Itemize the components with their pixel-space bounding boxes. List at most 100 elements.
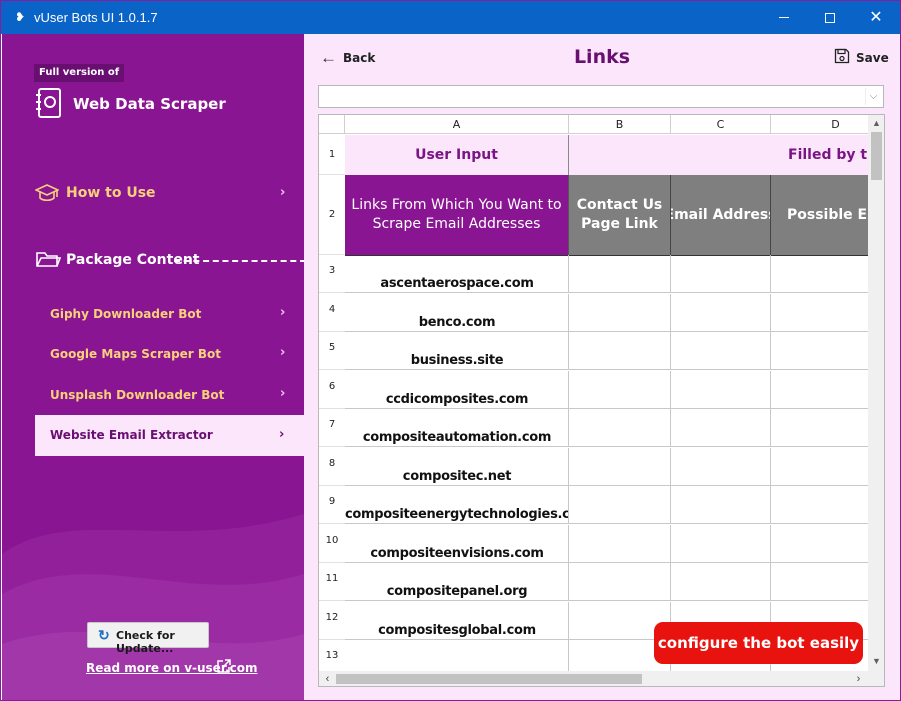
vertical-scroll-thumb[interactable]: [871, 132, 882, 180]
row-header[interactable]: 6: [319, 371, 345, 409]
vertical-scrollbar[interactable]: ▲ ▼: [868, 115, 884, 671]
edition-label: Full version of: [34, 64, 125, 82]
row-header[interactable]: 7: [319, 409, 345, 447]
link-cell[interactable]: compositepanel.org: [345, 563, 569, 601]
link-cell[interactable]: compositeenergytechnologies.com: [345, 486, 569, 524]
row-header[interactable]: 5: [319, 332, 345, 370]
graduation-cap-icon: [35, 184, 59, 202]
email-address-cell[interactable]: [671, 486, 771, 524]
chevron-right-icon: ›: [279, 427, 285, 442]
user-input-header-cell[interactable]: User Input: [345, 135, 569, 175]
link-cell[interactable]: compositec.net: [345, 448, 569, 486]
scroll-right-icon[interactable]: ›: [850, 671, 867, 686]
folder-icon: [36, 252, 61, 267]
row-header[interactable]: 2: [319, 175, 345, 255]
email-address-cell[interactable]: [671, 448, 771, 486]
chevron-right-icon: ›: [280, 345, 286, 360]
row-header[interactable]: 12: [319, 602, 345, 640]
chevron-right-icon: ›: [280, 305, 286, 320]
sheet-select-dropdown[interactable]: ⌵: [318, 85, 884, 108]
column-header-a[interactable]: A: [345, 115, 569, 134]
row-header[interactable]: 1: [319, 135, 345, 175]
link-text: benco.com: [418, 315, 496, 330]
link-text: business.site: [410, 353, 504, 368]
column-header-b[interactable]: B: [569, 115, 671, 134]
save-button[interactable]: Save: [834, 47, 894, 71]
scroll-down-icon[interactable]: ▼: [868, 653, 884, 669]
contact-page-cell[interactable]: [569, 486, 671, 524]
corner-header[interactable]: [319, 115, 345, 134]
link-text: compositepanel.org: [386, 584, 528, 599]
promo-badge: configure the bot easily: [654, 622, 863, 664]
row-header[interactable]: 3: [319, 255, 345, 293]
email-address-cell[interactable]: [671, 371, 771, 409]
email-address-cell[interactable]: [671, 409, 771, 447]
horizontal-scrollbar[interactable]: ‹ ›: [319, 671, 868, 686]
link-cell[interactable]: compositeenvisions.com: [345, 525, 569, 563]
sidebar-item-giphy-downloader[interactable]: Giphy Downloader Bot: [50, 306, 201, 322]
link-cell[interactable]: ascentaerospace.com: [345, 255, 569, 293]
title-bar: ❥ vUser Bots UI 1.0.1.7 ✕: [1, 1, 900, 34]
check-for-update-label: Check for Update...: [116, 629, 175, 655]
arrow-left-icon: ←: [320, 48, 337, 67]
sidebar-item-google-maps-scraper[interactable]: Google Maps Scraper Bot: [50, 346, 221, 362]
email-address-cell[interactable]: [671, 525, 771, 563]
link-text: compositeenvisions.com: [370, 546, 544, 561]
row-header[interactable]: 9: [319, 486, 345, 524]
main-panel: ← Back Links Save ⌵ A B C D 1 User Input: [304, 34, 900, 700]
contact-page-cell[interactable]: [569, 332, 671, 370]
link-text: compositesglobal.com: [378, 623, 536, 638]
link-cell[interactable]: compositeautomation.com: [345, 409, 569, 447]
contact-page-cell[interactable]: [569, 448, 671, 486]
sidebar-item-unsplash-downloader[interactable]: Unsplash Downloader Bot: [50, 387, 224, 403]
contact-page-cell[interactable]: [569, 371, 671, 409]
floppy-disk-icon: [834, 48, 850, 64]
chevron-down-icon: ⌵: [865, 88, 881, 105]
email-address-cell[interactable]: [671, 332, 771, 370]
back-button[interactable]: ← Back: [320, 48, 380, 70]
link-text: compositec.net: [402, 469, 512, 484]
check-for-update-button[interactable]: ↻ Check for Update...: [87, 622, 209, 655]
maximize-button[interactable]: [807, 1, 853, 34]
contact-page-cell[interactable]: [569, 294, 671, 332]
link-text: ascentaerospace.com: [380, 276, 534, 291]
link-cell[interactable]: ccdicomposites.com: [345, 371, 569, 409]
email-address-cell[interactable]: [671, 563, 771, 601]
link-text: ccdicomposites.com: [385, 392, 529, 407]
link-cell[interactable]: business.site: [345, 332, 569, 370]
contact-page-header-cell[interactable]: Contact Us Page Link: [569, 175, 671, 255]
contact-page-cell[interactable]: [569, 525, 671, 563]
close-button[interactable]: ✕: [853, 1, 899, 34]
section-divider: [174, 260, 304, 262]
contact-page-cell[interactable]: [569, 255, 671, 293]
email-address-cell[interactable]: [671, 255, 771, 293]
row-header[interactable]: 11: [319, 563, 345, 601]
email-address-header-cell[interactable]: Email Address: [671, 175, 771, 255]
filled-by-header-cell[interactable]: Filled by the: [569, 135, 869, 175]
external-link-icon[interactable]: [216, 658, 232, 674]
row-header[interactable]: 10: [319, 525, 345, 563]
chevron-right-icon: ›: [280, 185, 286, 200]
chevron-right-icon: ›: [280, 386, 286, 401]
email-address-cell[interactable]: [671, 294, 771, 332]
scroll-left-icon[interactable]: ‹: [319, 671, 336, 686]
column-header-c[interactable]: C: [671, 115, 771, 134]
contact-page-cell[interactable]: [569, 563, 671, 601]
filled-by-label: Filled by the: [788, 147, 869, 163]
spreadsheet-grid[interactable]: A B C D 1 User Input Filled by the 2 Lin…: [318, 114, 885, 687]
sidebar: Full version of Web Data Scraper How to …: [2, 34, 304, 700]
sidebar-item-website-email-extractor[interactable]: Website Email Extractor ›: [35, 415, 304, 456]
links-header-cell[interactable]: Links From Which You Want to Scrape Emai…: [345, 175, 569, 255]
minimize-button[interactable]: [761, 1, 807, 34]
how-to-use-link[interactable]: How to Use: [66, 184, 156, 202]
link-cell[interactable]: benco.com: [345, 294, 569, 332]
save-label: Save: [856, 51, 889, 65]
window-title: vUser Bots UI 1.0.1.7: [34, 10, 158, 25]
link-cell[interactable]: compositesglobal.com: [345, 602, 569, 640]
horizontal-scroll-thumb[interactable]: [336, 674, 642, 684]
contact-page-cell[interactable]: [569, 409, 671, 447]
row-header[interactable]: 4: [319, 294, 345, 332]
scroll-up-icon[interactable]: ▲: [868, 115, 884, 131]
row-header[interactable]: 8: [319, 448, 345, 486]
notebook-phone-icon: [36, 88, 61, 118]
